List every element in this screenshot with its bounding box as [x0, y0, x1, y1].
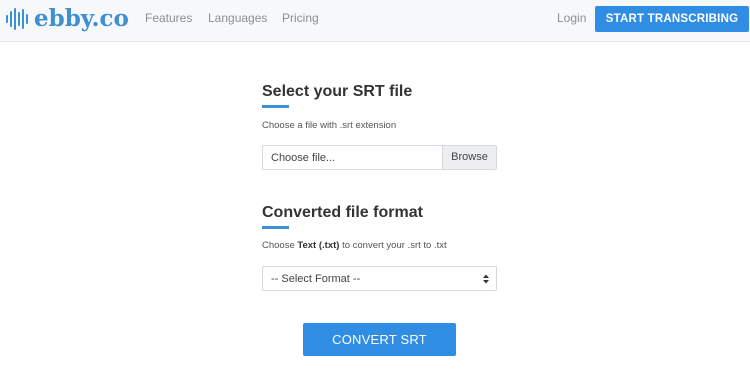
- format-helper-suffix: to convert your .srt to .txt: [339, 240, 447, 251]
- format-helper-text: Choose Text (.txt) to convert your .srt …: [262, 240, 447, 252]
- waveform-icon: [6, 8, 28, 30]
- start-transcribing-button[interactable]: START TRANSCRIBING: [595, 6, 749, 32]
- nav-link-languages[interactable]: Languages: [208, 11, 267, 25]
- format-section-title: Converted file format: [262, 204, 423, 221]
- nav-link-pricing[interactable]: Pricing: [282, 11, 319, 25]
- convert-srt-button[interactable]: CONVERT SRT: [303, 323, 456, 356]
- nav-link-features[interactable]: Features: [145, 11, 192, 25]
- browse-button[interactable]: Browse: [442, 146, 496, 169]
- brand-logo[interactable]: ebby.co: [6, 6, 129, 32]
- title-underline: [262, 226, 289, 229]
- format-helper-prefix: Choose: [262, 240, 298, 251]
- format-helper-bold: Text (.txt): [297, 240, 340, 251]
- srt-section-title: Select your SRT file: [262, 83, 413, 100]
- srt-file-input[interactable]: Choose file... Browse: [262, 145, 497, 170]
- file-input-placeholder: Choose file...: [271, 152, 336, 164]
- format-select[interactable]: -- Select Format --: [262, 266, 497, 291]
- format-select-value: -- Select Format --: [271, 273, 361, 285]
- top-navbar: ebby.co Features Languages Pricing Login…: [0, 0, 750, 42]
- srt-helper-text: Choose a file with .srt extension: [262, 120, 397, 131]
- select-updown-icon: [483, 274, 489, 284]
- login-link[interactable]: Login: [557, 11, 586, 25]
- title-underline: [262, 105, 289, 108]
- brand-name: ebby.co: [34, 5, 129, 32]
